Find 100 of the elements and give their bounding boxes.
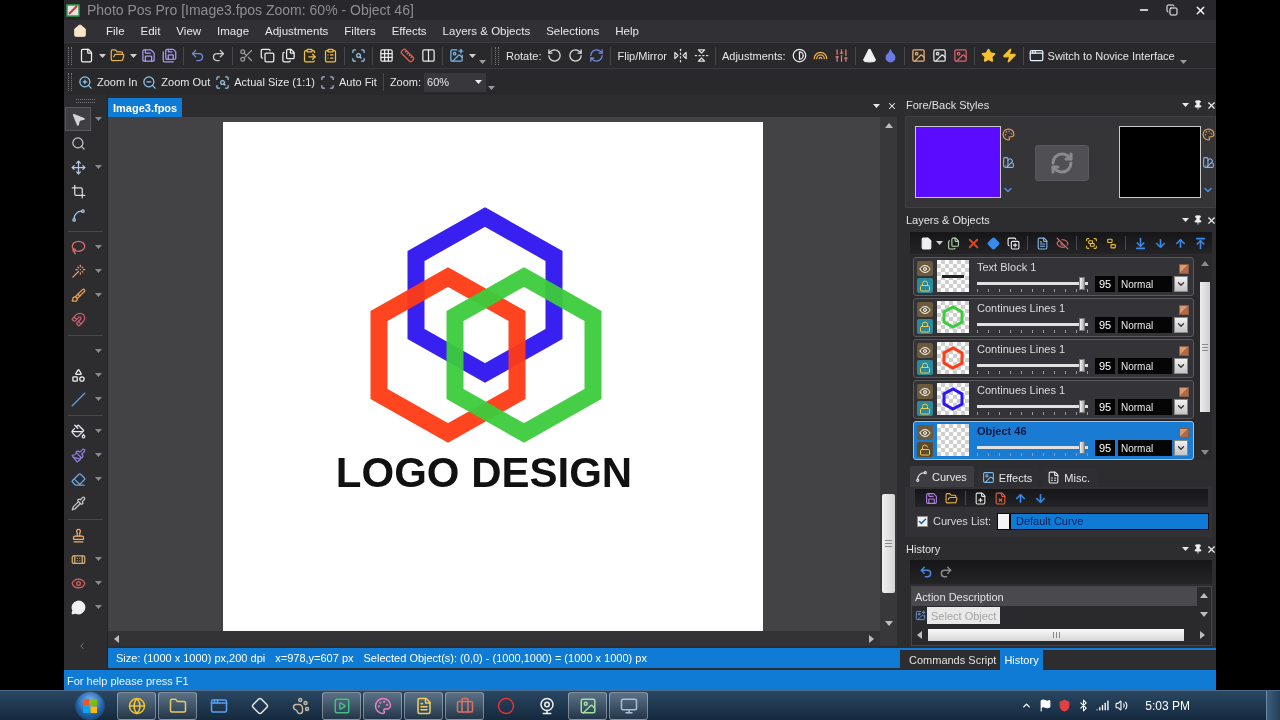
layer-row[interactable]: Object 46 95 Normal: [913, 421, 1194, 460]
left-arrow-icon[interactable]: [114, 634, 119, 643]
visibility-toggle[interactable]: [917, 425, 933, 440]
foreground-color-swatch[interactable]: [915, 126, 1001, 198]
palette-icon[interactable]: [1201, 128, 1215, 141]
down-arrow-icon[interactable]: [884, 621, 893, 626]
slider-thumb[interactable]: [1079, 441, 1086, 454]
document-tab[interactable]: Image3.fpos: [108, 98, 183, 117]
opacity-field[interactable]: 95: [1095, 358, 1115, 374]
lock-toggle[interactable]: [917, 360, 933, 375]
taskbar-app-button[interactable]: [117, 691, 156, 720]
lock-toggle[interactable]: [917, 278, 933, 293]
pin-button[interactable]: [1193, 212, 1203, 228]
layer-row[interactable]: Continues Lines 1 95 Normal: [913, 298, 1194, 337]
tile-icon[interactable]: [1179, 387, 1189, 397]
blend-mode-field[interactable]: Normal: [1118, 276, 1172, 292]
blend-dropdown-button[interactable]: [1174, 276, 1188, 292]
blend-dropdown-button[interactable]: [1174, 358, 1188, 374]
scroll-thumb[interactable]: [1199, 282, 1210, 412]
show-desktop-button[interactable]: [1266, 690, 1280, 720]
visibility-toggle[interactable]: [917, 384, 933, 399]
right-arrow-icon[interactable]: [869, 634, 874, 643]
left-arrow-icon[interactable]: [917, 631, 922, 639]
toolbar-grip-icon[interactable]: [68, 46, 72, 65]
slider-thumb[interactable]: [1079, 359, 1086, 372]
scroll-thumb[interactable]: [928, 629, 1184, 641]
tile-icon[interactable]: [1179, 305, 1189, 315]
visibility-toggle[interactable]: [917, 261, 933, 276]
visibility-toggle[interactable]: [917, 343, 933, 358]
panel-tab[interactable]: Curves: [910, 466, 974, 487]
toolbar-grip-icon[interactable]: [76, 99, 95, 103]
opacity-field[interactable]: 95: [1095, 440, 1115, 456]
blend-mode-field[interactable]: Normal: [1118, 317, 1172, 333]
slider-thumb[interactable]: [1079, 277, 1086, 290]
palette-icon[interactable]: [1001, 128, 1015, 141]
slider-thumb[interactable]: [1079, 318, 1086, 331]
blend-mode-field[interactable]: Normal: [1118, 358, 1172, 374]
zoom-toolbar-button[interactable]: Zoom In: [76, 71, 141, 93]
blend-mode-field[interactable]: Normal: [1118, 399, 1172, 415]
right-arrow-icon[interactable]: [1200, 631, 1205, 639]
taskbar-app-button[interactable]: [568, 691, 607, 720]
menu-item[interactable]: File: [98, 21, 133, 41]
dock-tab[interactable]: History: [1000, 650, 1043, 670]
clock[interactable]: 5:03 PM: [1145, 698, 1190, 713]
blend-dropdown-button[interactable]: [1174, 317, 1188, 333]
curves-dropdown[interactable]: Default Curve: [997, 512, 1209, 530]
tile-icon[interactable]: [1179, 264, 1189, 274]
taskbar-app-button[interactable]: [404, 691, 443, 720]
tool-button[interactable]: [65, 107, 91, 131]
dock-tab[interactable]: Commands Script: [905, 650, 1001, 670]
menu-item[interactable]: Edit: [132, 21, 169, 41]
layer-row[interactable]: Continues Lines 1 95 Normal: [913, 380, 1194, 419]
blend-dropdown-button[interactable]: [1174, 440, 1188, 456]
menu-item[interactable]: Layers & Objects: [434, 21, 539, 41]
vertical-scrollbar[interactable]: [880, 117, 897, 646]
swatch-book-icon[interactable]: [1001, 156, 1015, 169]
up-arrow-icon[interactable]: [884, 123, 893, 128]
menu-item[interactable]: Adjustments: [257, 21, 337, 41]
pin-button[interactable]: [1193, 97, 1203, 113]
up-arrow-icon[interactable]: [1200, 261, 1209, 266]
opacity-field[interactable]: 95: [1095, 276, 1115, 292]
blend-mode-field[interactable]: Normal: [1118, 440, 1172, 456]
opacity-field[interactable]: 95: [1095, 399, 1115, 415]
toolbar-grip-icon[interactable]: [68, 73, 72, 91]
slider-thumb[interactable]: [1079, 400, 1086, 413]
horizontal-scrollbar[interactable]: [108, 631, 880, 646]
pin-button[interactable]: [1193, 541, 1203, 557]
visibility-toggle[interactable]: [917, 302, 933, 317]
up-arrow-icon[interactable]: [1200, 593, 1208, 598]
taskbar-app-button[interactable]: [158, 691, 197, 720]
background-color-swatch[interactable]: [1119, 126, 1201, 198]
menu-item[interactable]: Effects: [383, 21, 435, 41]
menu-item[interactable]: Image: [209, 21, 258, 41]
scroll-thumb[interactable]: [882, 494, 895, 593]
blend-dropdown-button[interactable]: [1174, 399, 1188, 415]
lock-toggle[interactable]: [917, 319, 933, 334]
swatch-book-icon[interactable]: [1201, 156, 1215, 169]
menu-item[interactable]: Help: [607, 21, 647, 41]
taskbar-app-button[interactable]: [609, 691, 648, 720]
home-button[interactable]: [72, 22, 88, 40]
start-button[interactable]: [75, 691, 105, 720]
swap-colors-button[interactable]: [1035, 145, 1089, 181]
taskbar-app-button[interactable]: [322, 691, 361, 720]
zoom-toolbar-button[interactable]: Actual Size (1:1): [213, 71, 318, 93]
zoom-toolbar-button[interactable]: Zoom Out: [140, 71, 214, 93]
opacity-field[interactable]: 95: [1095, 317, 1115, 333]
layer-row[interactable]: Text Block 1 95 Normal: [913, 257, 1194, 296]
zoom-select[interactable]: 60%: [424, 72, 487, 92]
down-arrow-icon[interactable]: [1200, 450, 1209, 455]
tile-icon[interactable]: [1179, 346, 1189, 356]
menu-item[interactable]: Filters: [336, 21, 384, 41]
lock-toggle[interactable]: [917, 442, 933, 457]
down-arrow-icon[interactable]: [1200, 612, 1208, 617]
toolbar-grip-icon[interactable]: [495, 46, 499, 65]
zoom-toolbar-button[interactable]: Auto Fit: [317, 71, 380, 93]
layer-row[interactable]: Continues Lines 1 95 Normal: [913, 339, 1194, 378]
menu-item[interactable]: View: [168, 21, 210, 41]
menu-item[interactable]: Selections: [538, 21, 608, 41]
lock-toggle[interactable]: [917, 401, 933, 416]
novice-interface-button[interactable]: Switch to Novice Interface: [1026, 44, 1178, 67]
